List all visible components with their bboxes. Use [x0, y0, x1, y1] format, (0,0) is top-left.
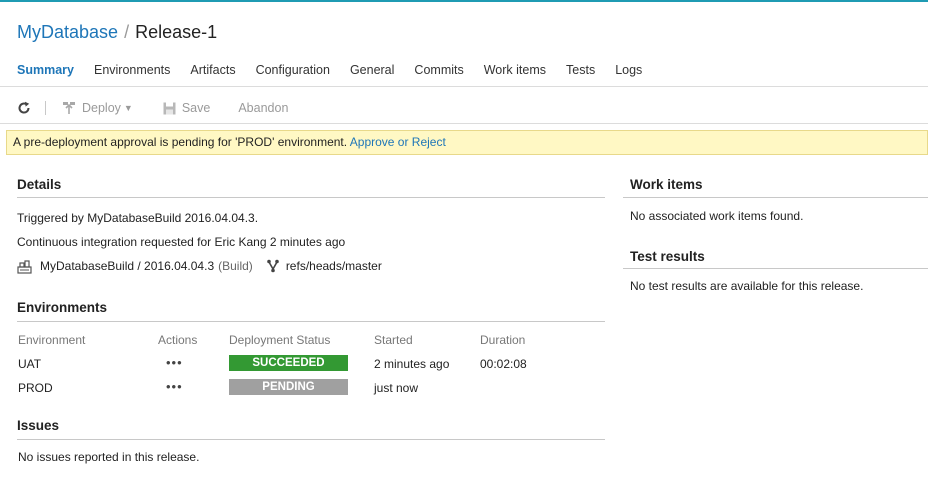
save-icon	[163, 102, 176, 115]
test-results-title: Test results	[630, 249, 705, 264]
work-items-divider	[623, 197, 928, 198]
save-label: Save	[181, 101, 211, 115]
env-header-actions: Actions	[158, 333, 198, 347]
artifact-link[interactable]: MyDatabaseBuild / 2016.04.04.3	[40, 259, 214, 273]
deploy-label: Deploy	[82, 101, 121, 115]
breadcrumb-project-link[interactable]: MyDatabase	[17, 22, 118, 42]
refresh-icon[interactable]	[17, 101, 31, 115]
details-divider	[17, 197, 605, 198]
tabs-divider	[0, 86, 928, 87]
tab-summary[interactable]: Summary	[17, 62, 74, 80]
tab-work-items[interactable]: Work items	[484, 62, 546, 80]
toolbar: Deploy ▼ Save Abandon	[17, 98, 288, 118]
env-header-status: Deployment Status	[229, 333, 331, 347]
test-results-divider	[623, 268, 928, 269]
issues-divider	[17, 439, 605, 440]
tab-commits[interactable]: Commits	[414, 62, 463, 80]
env-header-environment: Environment	[18, 333, 86, 347]
env-header-duration: Duration	[480, 333, 526, 347]
env-started: just now	[374, 381, 419, 395]
work-items-title: Work items	[630, 177, 703, 192]
banner-text: A pre-deployment approval is pending for…	[13, 135, 350, 149]
tab-environments[interactable]: Environments	[94, 62, 170, 80]
build-icon	[17, 259, 32, 274]
approval-banner: A pre-deployment approval is pending for…	[6, 130, 928, 155]
breadcrumb: MyDatabase / Release-1	[17, 21, 217, 43]
artifact-type: (Build)	[218, 259, 253, 273]
toolbar-divider	[0, 123, 928, 124]
triggered-text: Triggered by MyDatabaseBuild 2016.04.04.…	[17, 211, 259, 225]
issues-text: No issues reported in this release.	[18, 450, 200, 464]
issues-title: Issues	[17, 418, 60, 433]
tab-tests[interactable]: Tests	[566, 62, 595, 80]
artifact-row: MyDatabaseBuild / 2016.04.04.3 (Build) r…	[17, 258, 382, 274]
env-actions-menu[interactable]: •••	[166, 356, 183, 370]
env-header-started: Started	[374, 333, 413, 347]
tab-logs[interactable]: Logs	[615, 62, 642, 80]
breadcrumb-separator: /	[124, 22, 130, 42]
status-badge: PENDING	[229, 379, 348, 395]
approve-or-reject-link[interactable]: Approve or Reject	[350, 135, 446, 149]
tab-bar: Summary Environments Artifacts Configura…	[17, 62, 662, 80]
top-accent-line	[0, 0, 928, 2]
branch-name: refs/heads/master	[285, 259, 382, 273]
deploy-button[interactable]: Deploy ▼	[62, 101, 133, 115]
tab-artifacts[interactable]: Artifacts	[190, 62, 235, 80]
env-actions-menu[interactable]: •••	[166, 380, 183, 394]
work-items-text: No associated work items found.	[630, 209, 804, 223]
abandon-button[interactable]: Abandon	[238, 101, 288, 115]
env-duration: 00:02:08	[480, 357, 527, 371]
tab-configuration[interactable]: Configuration	[256, 62, 330, 80]
tab-general[interactable]: General	[350, 62, 394, 80]
toolbar-separator	[45, 101, 46, 115]
environments-divider	[17, 321, 605, 322]
breadcrumb-release: Release-1	[135, 22, 218, 42]
environments-title: Environments	[17, 300, 108, 315]
status-badge: SUCCEEDED	[229, 355, 348, 371]
chevron-down-icon: ▼	[123, 103, 133, 113]
env-name[interactable]: PROD	[18, 381, 53, 395]
env-started: 2 minutes ago	[374, 357, 450, 371]
ci-request-text: Continuous integration requested for Eri…	[17, 235, 346, 249]
test-results-text: No test results are available for this r…	[630, 279, 864, 293]
env-name[interactable]: UAT	[18, 357, 41, 371]
save-button[interactable]: Save	[163, 101, 211, 115]
deploy-icon	[62, 101, 76, 115]
branch-icon	[266, 259, 280, 273]
details-title: Details	[17, 177, 62, 192]
